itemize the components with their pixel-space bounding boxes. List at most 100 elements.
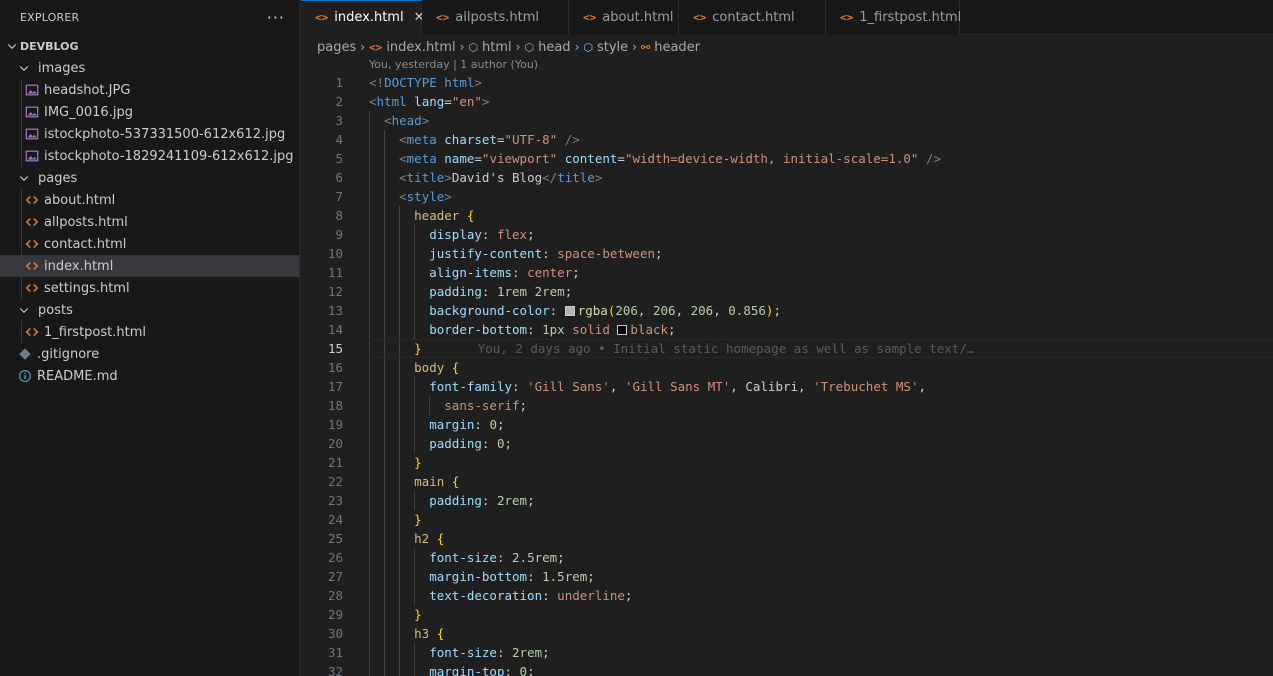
- code-text: border-bottom: 1px solid black;: [429, 322, 676, 337]
- tab-1_firstpost-html[interactable]: <> 1_firstpost.html: [826, 0, 961, 35]
- more-actions-icon[interactable]: ···: [267, 8, 285, 27]
- breadcrumb-file[interactable]: <> index.html: [369, 40, 456, 55]
- tree-item-label: settings.html: [44, 280, 130, 296]
- element-icon: ⬡: [524, 40, 535, 54]
- line-number: 27: [327, 569, 343, 584]
- tree-file[interactable]: 1_firstpost.html: [0, 321, 299, 343]
- color-swatch[interactable]: [617, 325, 628, 335]
- editor-tabs: <> index.html ✕ <> allposts.html <> about.html…: [301, 0, 1273, 35]
- html-file-icon: [24, 214, 40, 230]
- codelens-blame[interactable]: You, yesterday | 1 author (You): [369, 58, 538, 71]
- code-line[interactable]: 5 <meta name="viewport" content="width=d…: [301, 149, 1273, 168]
- tree-file[interactable]: index.html: [0, 255, 299, 277]
- line-number: 24: [327, 512, 343, 527]
- code-line[interactable]: 28 text-decoration: underline;: [301, 586, 1273, 605]
- tree-folder[interactable]: posts: [0, 299, 299, 321]
- image-file-icon: [24, 126, 40, 142]
- code-text: margin-bottom: 1.5rem;: [429, 569, 595, 584]
- tab-allposts-html[interactable]: <> allposts.html: [422, 0, 569, 35]
- code-line[interactable]: 4 <meta charset="UTF-8" />: [301, 130, 1273, 149]
- code-line[interactable]: 20 padding: 0;: [301, 434, 1273, 453]
- tree-file[interactable]: README.md: [0, 365, 299, 387]
- tree-folder[interactable]: images: [0, 57, 299, 79]
- indent-guide: [21, 101, 22, 123]
- code-line[interactable]: 8 header {: [301, 206, 1273, 225]
- tree-file[interactable]: headshot.JPG: [0, 79, 299, 101]
- code-line[interactable]: 23 padding: 2rem;: [301, 491, 1273, 510]
- code-text: <meta name="viewport" content="width=dev…: [399, 151, 942, 166]
- indent-guide: [384, 339, 386, 358]
- breadcrumb: pages › <> index.html › ⬡ html › ⬡ head › ⬡…: [317, 36, 700, 58]
- code-line[interactable]: 22 main {: [301, 472, 1273, 491]
- tree-file[interactable]: contact.html: [0, 233, 299, 255]
- tree-file[interactable]: istockphoto-1829241109-612x612.jpg: [0, 145, 299, 167]
- code-line[interactable]: 27 margin-bottom: 1.5rem;: [301, 567, 1273, 586]
- tree-folder[interactable]: pages: [0, 167, 299, 189]
- tree-item-label: headshot.JPG: [44, 82, 131, 98]
- tree-file[interactable]: settings.html: [0, 277, 299, 299]
- tab-contact-html[interactable]: <> contact.html: [679, 0, 826, 35]
- code-line[interactable]: 2 <html lang="en">: [301, 92, 1273, 111]
- code-line[interactable]: 25 h2 {: [301, 529, 1273, 548]
- chevron-down-icon: [4, 40, 20, 52]
- code-text: margin: 0;: [429, 417, 505, 432]
- indent-guide: [21, 79, 22, 101]
- code-line[interactable]: 21 }: [301, 453, 1273, 472]
- line-number: 20: [327, 436, 343, 451]
- code-line[interactable]: 11 align-items: center;: [301, 263, 1273, 282]
- code-line[interactable]: 15 } You, 2 days ago • Initial static hom…: [301, 339, 1273, 358]
- code-line[interactable]: 10 justify-content: space-between;: [301, 244, 1273, 263]
- line-number: 29: [327, 607, 343, 622]
- code-line[interactable]: 31 font-size: 2rem;: [301, 643, 1273, 662]
- code-line[interactable]: 24 }: [301, 510, 1273, 529]
- code-line[interactable]: 16 body {: [301, 358, 1273, 377]
- color-swatch[interactable]: [564, 306, 575, 316]
- explorer-title: EXPLORER: [20, 11, 80, 24]
- tree-file[interactable]: .gitignore: [0, 343, 299, 365]
- code-line[interactable]: 18 sans-serif;: [301, 396, 1273, 415]
- code-line[interactable]: 26 font-size: 2.5rem;: [301, 548, 1273, 567]
- breadcrumb-head[interactable]: ⬡ head: [524, 40, 570, 55]
- breadcrumb-style[interactable]: ⬡ style: [583, 40, 628, 55]
- tree-item-label: index.html: [44, 258, 114, 274]
- code-line[interactable]: 14 border-bottom: 1px solid black;: [301, 320, 1273, 339]
- tree-item-label: istockphoto-1829241109-612x612.jpg: [44, 148, 294, 164]
- code-line[interactable]: 19 margin: 0;: [301, 415, 1273, 434]
- indent-guide: [21, 211, 22, 233]
- code-line[interactable]: 32 margin-top: 0;: [301, 662, 1273, 676]
- indent-guide: [399, 339, 401, 358]
- line-number: 12: [327, 284, 343, 299]
- code-line[interactable]: 3 <head>: [301, 111, 1273, 130]
- code-line[interactable]: 30 h3 {: [301, 624, 1273, 643]
- breadcrumb-header[interactable]: ⚯ header: [641, 40, 700, 55]
- image-file-icon: [24, 104, 40, 120]
- line-number: 31: [327, 645, 343, 660]
- tree-file[interactable]: IMG_0016.jpg: [0, 101, 299, 123]
- indent-guide: [21, 145, 22, 167]
- line-number: 21: [327, 455, 343, 470]
- image-file-icon: [24, 82, 40, 98]
- code-line[interactable]: 7 <style>: [301, 187, 1273, 206]
- folder-root[interactable]: DEVBLOG: [0, 35, 299, 57]
- code-line[interactable]: 29 }: [301, 605, 1273, 624]
- code-line[interactable]: 9 display: flex;: [301, 225, 1273, 244]
- code-line[interactable]: 1 <!DOCTYPE html>: [301, 73, 1273, 92]
- line-number: 6: [335, 170, 343, 185]
- tree-file[interactable]: about.html: [0, 189, 299, 211]
- inline-blame[interactable]: You, 2 days ago • Initial static homepag…: [478, 341, 975, 356]
- code-line[interactable]: 6 <title>David's Blog</title>: [301, 168, 1273, 187]
- code-text: sans-serif;: [444, 398, 528, 413]
- breadcrumb-html[interactable]: ⬡ html: [468, 40, 511, 55]
- code-line[interactable]: 17 font-family: 'Gill Sans', 'Gill Sans …: [301, 377, 1273, 396]
- breadcrumb-folder[interactable]: pages: [317, 40, 356, 55]
- chevron-down-icon: [16, 172, 32, 184]
- tab-about-html[interactable]: <> about.html: [569, 0, 679, 35]
- tree-file[interactable]: istockphoto-537331500-612x612.jpg: [0, 123, 299, 145]
- code-line[interactable]: 13 background-color: rgba(206, 206, 206,…: [301, 301, 1273, 320]
- code-editor[interactable]: 1 <!DOCTYPE html> 2 <html lang="en"> 3 <head…: [301, 73, 1273, 676]
- tree-file[interactable]: allposts.html: [0, 211, 299, 233]
- indent-guide: [21, 123, 22, 145]
- code-line[interactable]: 12 padding: 1rem 2rem;: [301, 282, 1273, 301]
- code-text: align-items: center;: [429, 265, 580, 280]
- tab-index-html[interactable]: <> index.html ✕: [301, 0, 424, 35]
